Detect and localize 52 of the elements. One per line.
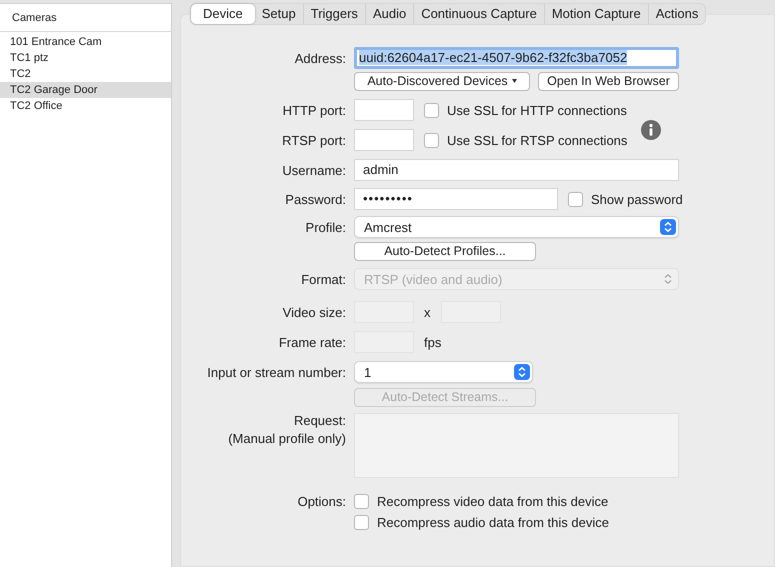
checkbox[interactable] <box>424 102 439 118</box>
field-label: Address: <box>294 50 346 66</box>
auto-detect-profiles-button[interactable]: Auto-Detect Profiles... <box>354 242 536 260</box>
list-header: Cameras <box>12 12 57 24</box>
checkbox-label: Recompress video data from this device <box>377 494 608 509</box>
info-icon[interactable] <box>641 120 661 140</box>
field-label: Username: <box>281 162 346 178</box>
field-label: Request: <box>294 413 346 428</box>
field-label: HTTP port: <box>282 102 346 118</box>
camera-list-item[interactable]: TC2 Office <box>0 98 171 114</box>
field-label: Profile: <box>304 220 346 234</box>
checkbox-label: Use SSL for HTTP connections <box>447 102 627 118</box>
field-note: (Manual profile only) <box>228 431 346 446</box>
tab[interactable]: Actions <box>648 4 706 24</box>
checkbox[interactable] <box>354 515 369 530</box>
checkbox[interactable] <box>424 132 439 148</box>
tab[interactable]: Device <box>191 4 255 24</box>
profile-dropdown[interactable]: Amcrest <box>354 216 679 238</box>
camera-list-item[interactable]: TC2 <box>0 66 171 82</box>
caret-icon <box>512 79 517 83</box>
stepper-icon <box>514 364 530 380</box>
field-label: Input or stream number: <box>206 364 346 380</box>
http-port-field[interactable] <box>354 99 414 121</box>
camera-list-item[interactable]: 101 Entrance Cam <box>0 34 171 50</box>
tab[interactable]: Setup <box>254 4 303 24</box>
unit-label: fps <box>424 334 442 350</box>
stream-number-dropdown[interactable]: 1 <box>354 361 533 383</box>
tab[interactable]: Triggers <box>302 4 365 24</box>
discovered-devices-button[interactable]: Auto-Discovered Devices <box>354 72 530 90</box>
checkbox[interactable] <box>354 494 369 509</box>
camera-list-item[interactable]: TC1 ptz <box>0 50 171 66</box>
field-label: Options: <box>296 494 346 509</box>
checkbox-label: Use SSL for RTSP connections <box>447 132 628 148</box>
field-label: Video size: <box>282 304 346 320</box>
rtsp-port-field[interactable] <box>354 129 414 151</box>
tab[interactable]: Continuous Capture <box>413 4 544 24</box>
checkbox-label: Show password <box>591 192 683 206</box>
field-label: Frame rate: <box>278 334 346 350</box>
camera-list-item[interactable]: TC2 Garage Door <box>0 82 171 98</box>
address-field[interactable]: uuid:62604a17-ec21-4507-9b62-f32fc3ba7052 <box>354 47 679 69</box>
tab[interactable]: Audio <box>364 4 414 24</box>
field-label: Format: <box>300 272 346 286</box>
password-field[interactable]: ••••••••• <box>354 188 558 210</box>
field-label: Password: <box>284 192 346 206</box>
field-label: RTSP port: <box>281 132 346 148</box>
checkbox[interactable] <box>568 192 583 206</box>
username-field[interactable]: admin <box>354 159 679 181</box>
checkbox-label: Recompress audio data from this device <box>377 515 609 530</box>
open-in-browser-button[interactable]: Open In Web Browser <box>538 72 679 90</box>
tab[interactable]: Motion Capture <box>544 4 648 24</box>
stepper-icon <box>660 219 676 235</box>
size-separator: x <box>424 304 430 320</box>
